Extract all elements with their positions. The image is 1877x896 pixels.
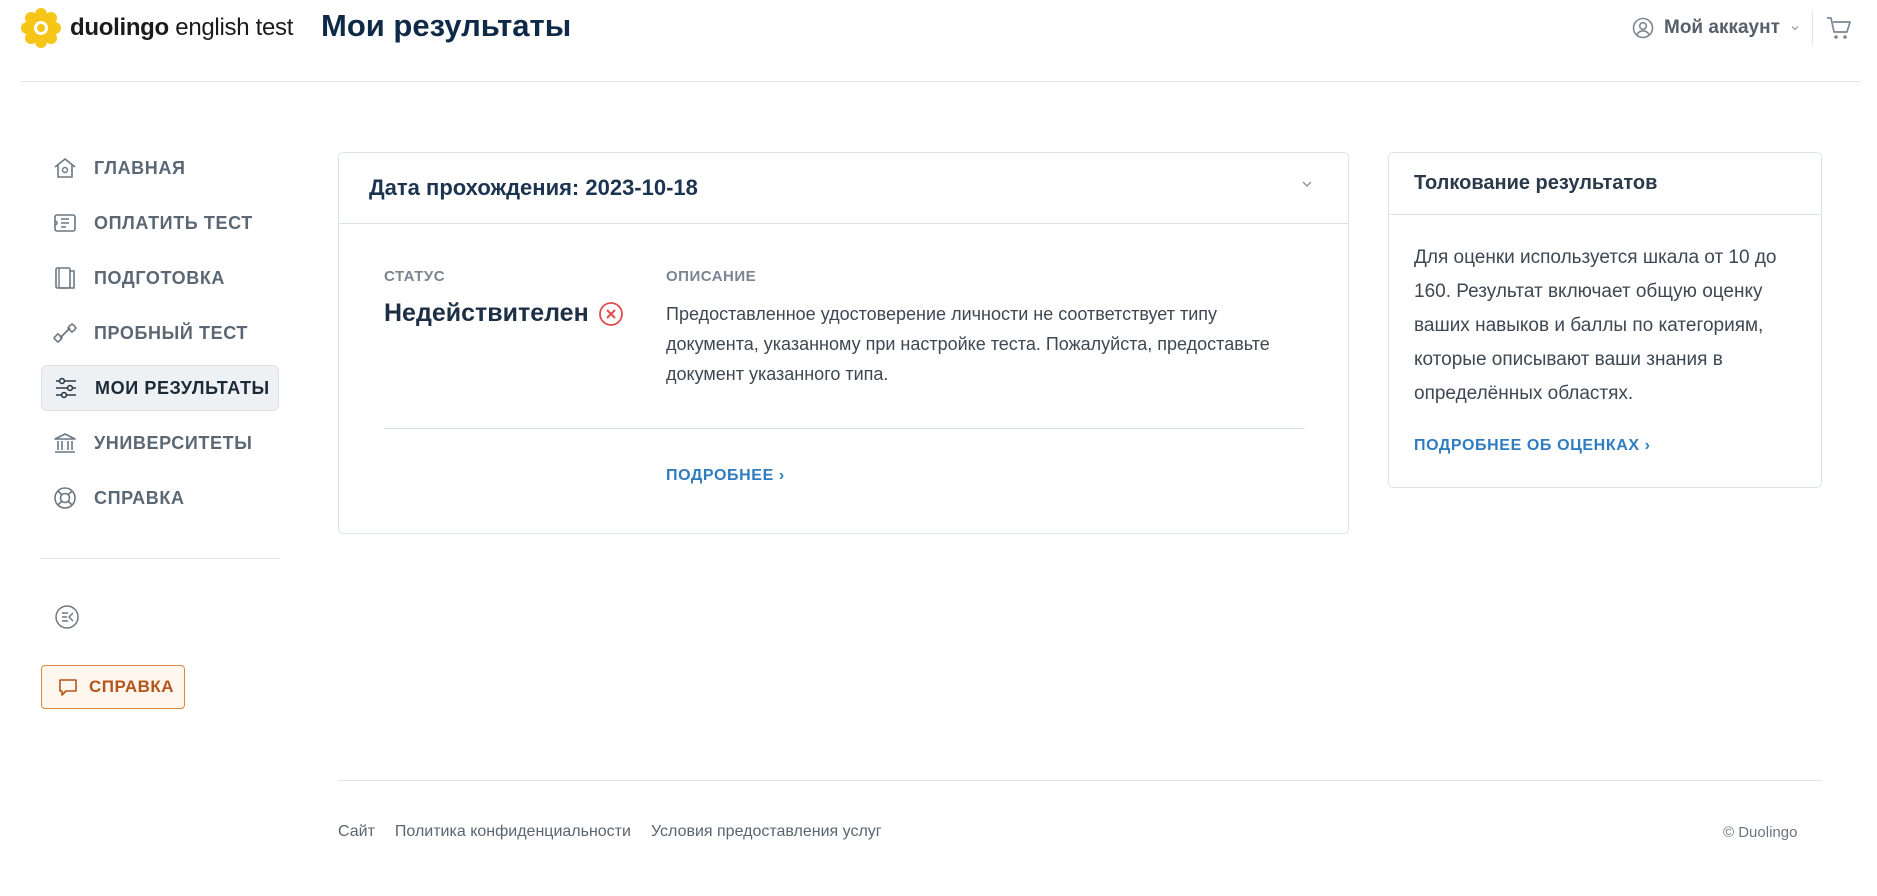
duolingo-logo[interactable]: duolingo english test xyxy=(21,8,293,48)
sidebar-item-prep[interactable]: ПОДГОТОВКА xyxy=(41,255,279,301)
test-date-title: Дата прохождения: 2023-10-18 xyxy=(369,175,698,200)
chevron-down-icon xyxy=(1791,26,1799,31)
description-heading: ОПИСАНИЕ xyxy=(666,268,757,285)
sidebar-item-label: ПРОБНЫЙ ТЕСТ xyxy=(94,322,248,343)
ticket-icon xyxy=(54,214,76,232)
card-divider xyxy=(384,428,1305,429)
footer-divider xyxy=(338,780,1822,781)
university-icon xyxy=(54,433,76,453)
dumbbell-icon xyxy=(53,323,77,343)
sidebar-item-label: ГЛАВНАЯ xyxy=(94,157,186,178)
interpretation-card-header: Толкование результатов xyxy=(1389,153,1821,215)
sidebar-item-home[interactable]: ГЛАВНАЯ xyxy=(41,145,279,191)
sidebar-item-label: МОИ РЕЗУЛЬТАТЫ xyxy=(95,377,270,398)
x-circle-icon xyxy=(598,301,623,326)
account-menu[interactable]: Мой аккаунт xyxy=(1632,17,1800,39)
user-circle-icon xyxy=(1632,17,1654,39)
help-chat-button[interactable]: СПРАВКА xyxy=(41,665,185,709)
header-divider xyxy=(21,81,1861,82)
footer-link-privacy[interactable]: Политика конфиденциальности xyxy=(395,823,631,841)
status-heading: СТАТУС xyxy=(384,268,446,285)
sidebar-item-practice-test[interactable]: ПРОБНЫЙ ТЕСТ xyxy=(41,310,279,356)
page-title: Мои результаты xyxy=(321,8,572,43)
help-button-label: СПРАВКА xyxy=(89,677,175,696)
account-label: Мой аккаунт xyxy=(1664,17,1780,38)
sidebar-item-help[interactable]: СПРАВКА xyxy=(41,475,279,521)
result-card: Дата прохождения: 2023-10-18 СТАТУС Неде… xyxy=(338,152,1349,534)
status-column: СТАТУС Недействителен xyxy=(384,268,624,328)
footer-link-site[interactable]: Сайт xyxy=(338,823,375,841)
sidebar-divider xyxy=(41,558,279,559)
sidebar-item-label: СПРАВКА xyxy=(94,487,185,508)
lifebuoy-icon xyxy=(54,487,76,509)
interpretation-title: Толкование результатов xyxy=(1414,172,1658,194)
chevron-down-icon[interactable] xyxy=(1300,177,1314,191)
divider xyxy=(1812,11,1813,45)
cart-icon[interactable] xyxy=(1825,15,1853,41)
chat-bubble-icon xyxy=(59,679,77,696)
book-icon xyxy=(55,267,75,289)
sidebar-item-pay-test[interactable]: ОПЛАТИТЬ ТЕСТ xyxy=(41,200,279,246)
sidebar-item-label: УНИВЕРСИТЕТЫ xyxy=(94,432,253,453)
interpretation-card: Толкование результатов Для оценки исполь… xyxy=(1388,152,1822,488)
scores-details-link[interactable]: ПОДРОБНЕЕ ОБ ОЦЕНКАХ › xyxy=(1414,437,1651,455)
sidebar-item-label: ПОДГОТОВКА xyxy=(94,267,226,288)
sidebar-item-my-results[interactable]: МОИ РЕЗУЛЬТАТЫ xyxy=(41,365,279,411)
duolingo-logo-icon xyxy=(21,8,61,48)
collapse-menu-icon[interactable] xyxy=(54,604,80,630)
footer-links: Сайт Политика конфиденциальности Условия… xyxy=(338,823,882,841)
result-card-header[interactable]: Дата прохождения: 2023-10-18 xyxy=(339,153,1348,224)
header: duolingo english test Мои результаты Мой… xyxy=(0,0,1877,82)
status-value: Недействителен xyxy=(384,299,589,327)
sliders-icon xyxy=(56,377,76,399)
logo-text: duolingo english test xyxy=(70,14,294,41)
copyright: © Duolingo xyxy=(1723,824,1798,841)
sidebar-item-universities[interactable]: УНИВЕРСИТЕТЫ xyxy=(41,420,279,466)
sidebar-nav: ГЛАВНАЯ ОПЛАТИТЬ ТЕСТ ПОДГОТОВКА ПРОБНЫЙ… xyxy=(41,145,279,530)
sidebar-item-label: ОПЛАТИТЬ ТЕСТ xyxy=(94,212,253,233)
details-link[interactable]: ПОДРОБНЕЕ › xyxy=(666,467,785,485)
footer-link-terms[interactable]: Условия предоставления услуг xyxy=(651,823,882,841)
description-text: Предоставленное удостоверение личности н… xyxy=(666,304,1270,384)
interpretation-text: Для оценки используется шкала от 10 до 1… xyxy=(1414,247,1777,404)
description-column: ОПИСАНИЕ Предоставленное удостоверение л… xyxy=(666,268,1306,389)
home-icon xyxy=(54,157,76,178)
